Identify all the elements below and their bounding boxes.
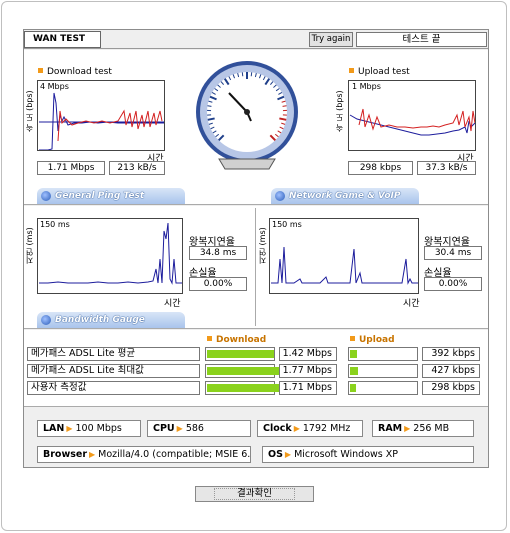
gauge-tick (207, 105, 212, 107)
game-series (271, 246, 418, 285)
download-bar (205, 347, 275, 361)
lan-info: LAN ▶ 100 Mbps (37, 420, 141, 437)
try-again-button[interactable]: Try again (309, 32, 353, 47)
upload-row-value: 427 kbps (422, 364, 480, 378)
os-info: OS ▶ Microsoft Windows XP (262, 446, 474, 463)
download-bps-value: 1.71 Mbps (37, 161, 105, 175)
gauge-tick (207, 117, 215, 121)
upload-bar (348, 381, 418, 395)
download-series-red (57, 109, 163, 142)
tab-bandwidth-gauge[interactable]: Bandwidth Gauge (37, 312, 185, 328)
upload-row-value: 392 kbps (422, 347, 480, 361)
upload-bar-fill (350, 367, 358, 375)
upload-title: Upload test (349, 67, 410, 77)
browser-info: Browser ▶ Mozilla/4.0 (compatible; MSIE 6.… (37, 446, 251, 463)
tab-wan-test[interactable]: WAN TEST (24, 31, 101, 48)
upload-column-header: Upload (350, 335, 395, 345)
game-time-label: 시간 (403, 299, 420, 309)
ram-info: RAM ▶ 256 MB (372, 420, 474, 437)
ping-top-label: 150 ms (40, 220, 70, 229)
cpu-info: CPU ▶ 586 (147, 420, 251, 437)
ping-graph (37, 218, 183, 294)
arrow-right-icon: ▶ (89, 450, 96, 459)
arrow-right-icon: ▶ (66, 424, 73, 433)
download-chart (39, 92, 164, 150)
download-bar (205, 381, 289, 395)
download-row-value: 1.77 Mbps (279, 364, 337, 378)
arrow-right-icon: ▶ (284, 450, 292, 459)
game-axis-label: 지연 (ms) (258, 227, 267, 264)
upload-bar (348, 364, 418, 378)
download-bar-fill (207, 350, 274, 358)
clock-info: Clock ▶ 1792 MHz (257, 420, 363, 437)
upload-bar-fill (350, 350, 357, 358)
bullet-icon (207, 336, 212, 341)
download-column-header: Download (207, 335, 266, 345)
upload-series-red (358, 108, 475, 132)
arrow-right-icon: ▶ (293, 424, 300, 433)
upload-axis-label: 속 도 (bps) (335, 90, 344, 132)
download-bar (205, 364, 292, 378)
upload-row-value: 298 kbps (422, 381, 480, 395)
download-bytes-value: 213 kB/s (109, 161, 165, 175)
bullet-icon (350, 336, 355, 341)
bandwidth-row-name: 사용자 측정값 (27, 381, 200, 395)
gauge-base (218, 158, 276, 170)
game-chart (271, 246, 418, 285)
bullet-icon (38, 68, 43, 73)
upload-bar-fill (350, 384, 356, 392)
ping-axis-label: 지연 (ms) (25, 227, 34, 264)
section-divider (24, 406, 488, 407)
game-rtt-value: 30.4 ms (424, 246, 482, 260)
tab-network-game-voip-test[interactable]: Network Game & VoIP Test (271, 188, 419, 217)
result-status: 테스트 끝 (356, 32, 487, 47)
upload-chart (349, 108, 475, 136)
tab-general-ping-test[interactable]: General Ping Test (37, 188, 185, 204)
download-row-value: 1.42 Mbps (279, 347, 337, 361)
upload-bytes-value: 37.3 kB/s (417, 161, 476, 175)
gauge-tick (279, 117, 287, 121)
upload-series-blue (349, 114, 475, 136)
ping-loss-value: 0.00% (189, 277, 247, 291)
section-divider (24, 328, 488, 329)
download-bar-fill (207, 384, 289, 392)
section-divider (24, 204, 488, 205)
tab-ball-icon (41, 191, 51, 201)
download-axis-label: 속 도 (bps) (25, 90, 34, 132)
upload-bps-value: 298 kbps (348, 161, 413, 175)
speedometer-gauge (195, 55, 300, 173)
game-top-label: 150 ms (272, 220, 302, 229)
upload-bar (348, 347, 418, 361)
download-title: Download test (38, 67, 112, 77)
upload-top-label: 1 Mbps (352, 82, 381, 91)
download-row-value: 1.71 Mbps (279, 381, 337, 395)
arrow-right-icon: ▶ (404, 424, 411, 433)
bullet-icon (349, 68, 354, 73)
arrow-right-icon: ▶ (176, 424, 183, 433)
tab-ball-icon (41, 315, 51, 325)
confirm-result-button[interactable]: 결과확인 (195, 486, 314, 502)
ping-time-label: 시간 (164, 299, 181, 309)
ping-divider (255, 208, 256, 326)
header-divider (24, 48, 488, 49)
game-loss-value: 0.00% (424, 277, 482, 291)
bandwidth-row-name: 메가패스 ADSL Lite 최대값 (27, 364, 200, 378)
download-top-label: 4 Mbps (40, 82, 69, 91)
gauge-hub (244, 109, 250, 115)
tab-ball-icon (275, 191, 285, 201)
ping-chart (39, 222, 182, 285)
gauge-tick (282, 105, 287, 107)
speedometer-svg (196, 61, 298, 170)
bandwidth-row-name: 메가패스 ADSL Lite 평균 (27, 347, 200, 361)
ping-series (39, 222, 182, 285)
ping-rtt-value: 34.8 ms (189, 246, 247, 260)
game-graph (269, 218, 419, 294)
